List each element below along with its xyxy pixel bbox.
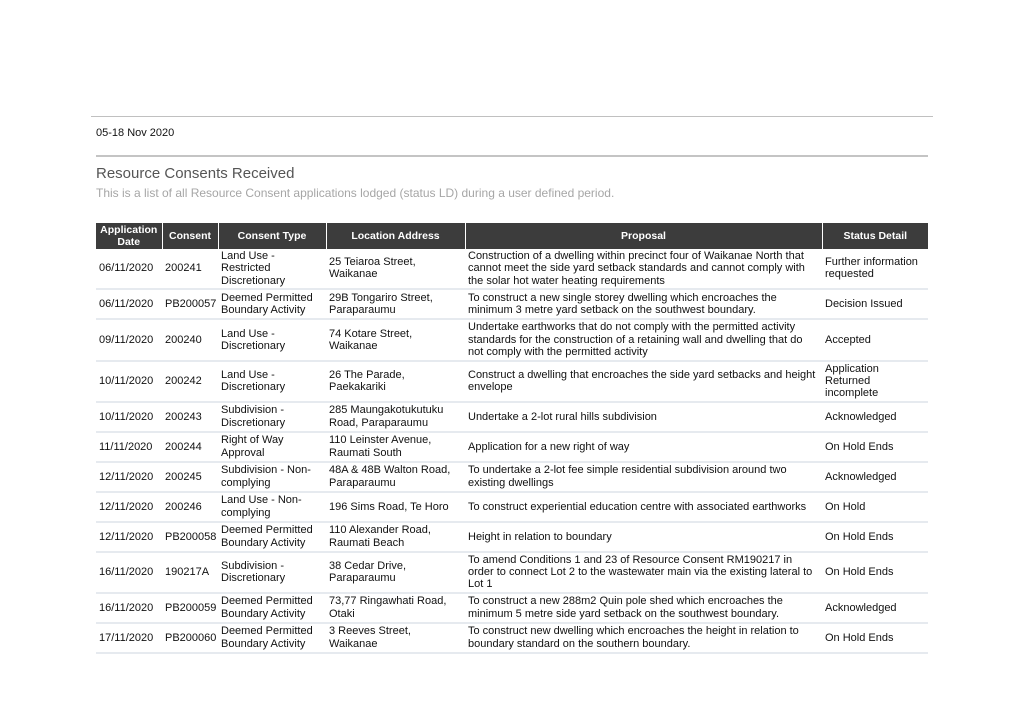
table-row: 12/11/2020 200245 Subdivision - Non-comp… [96, 461, 928, 493]
cell-location-address: 73,77 Ringawhati Road, Otaki [326, 592, 465, 624]
resource-consents-table: Application Date Consent Consent Type Lo… [96, 223, 928, 654]
cell-status-detail: Acknowledged [822, 401, 928, 433]
cell-proposal: To undertake a 2-lot fee simple resident… [465, 461, 822, 493]
cell-proposal: Undertake earthworks that do not comply … [465, 318, 822, 362]
cell-consent: 200241 [162, 249, 218, 290]
column-header-location-address: Location Address [325, 223, 465, 249]
column-header-proposal: Proposal [464, 223, 822, 249]
table-row: 06/11/2020 200241 Land Use - Restricted … [96, 249, 928, 290]
cell-consent-type: Land Use - Discretionary [218, 318, 326, 362]
cell-application-date: 06/11/2020 [96, 249, 162, 290]
cell-consent: 200245 [162, 461, 218, 493]
cell-consent: PB200060 [162, 622, 218, 654]
date-range-label: 05-18 Nov 2020 [96, 127, 175, 139]
table-row: 09/11/2020 200240 Land Use - Discretiona… [96, 318, 928, 362]
cell-consent: PB200059 [162, 592, 218, 624]
cell-location-address: 25 Teiaroa Street, Waikanae [326, 249, 465, 290]
cell-application-date: 09/11/2020 [96, 318, 162, 362]
cell-consent: PB200058 [162, 521, 218, 553]
cell-consent-type: Land Use - Restricted Discretionary [218, 249, 326, 290]
cell-location-address: 38 Cedar Drive, Paraparaumu [326, 551, 465, 594]
table-row: 10/11/2020 200243 Subdivision - Discreti… [96, 401, 928, 433]
cell-status-detail: On Hold Ends [822, 551, 928, 594]
cell-proposal: Undertake a 2-lot rural hills subdivisio… [465, 401, 822, 433]
report-subtitle: This is a list of all Resource Consent a… [96, 186, 615, 200]
cell-application-date: 11/11/2020 [96, 431, 162, 463]
table-header-row: Application Date Consent Consent Type Lo… [96, 223, 928, 249]
cell-consent-type: Land Use - Non-complying [218, 491, 326, 523]
cell-consent-type: Deemed Permitted Boundary Activity [218, 521, 326, 553]
cell-proposal: To construct new dwelling which encroach… [465, 622, 822, 654]
cell-proposal: Height in relation to boundary [465, 521, 822, 553]
cell-proposal: Construct a dwelling that encroaches the… [465, 360, 822, 403]
cell-status-detail: Accepted [822, 318, 928, 362]
cell-proposal: Application for a new right of way [465, 431, 822, 463]
cell-application-date: 16/11/2020 [96, 592, 162, 624]
cell-status-detail: Decision Issued [822, 288, 928, 320]
cell-application-date: 16/11/2020 [96, 551, 162, 594]
cell-consent: PB200057 [162, 288, 218, 320]
cell-status-detail: On Hold Ends [822, 431, 928, 463]
cell-status-detail: Application Returned incomplete [822, 360, 928, 403]
column-header-status-detail: Status Detail [821, 223, 928, 249]
cell-location-address: 110 Alexander Road, Raumati Beach [326, 521, 465, 553]
cell-consent-type: Right of Way Approval [218, 431, 326, 463]
cell-status-detail: On Hold Ends [822, 521, 928, 553]
cell-consent-type: Land Use - Discretionary [218, 360, 326, 403]
cell-consent: 200242 [162, 360, 218, 403]
cell-application-date: 12/11/2020 [96, 461, 162, 493]
cell-consent-type: Subdivision - Non-complying [218, 461, 326, 493]
cell-location-address: 26 The Parade, Paekakariki [326, 360, 465, 403]
cell-application-date: 06/11/2020 [96, 288, 162, 320]
column-header-consent: Consent [161, 223, 218, 249]
table-row: 10/11/2020 200242 Land Use - Discretiona… [96, 360, 928, 403]
cell-application-date: 12/11/2020 [96, 521, 162, 553]
cell-status-detail: Further information requested [822, 249, 928, 290]
top-divider [91, 116, 933, 117]
cell-consent-type: Subdivision - Discretionary [218, 401, 326, 433]
cell-location-address: 110 Leinster Avenue, Raumati South [326, 431, 465, 463]
cell-proposal: Construction of a dwelling within precin… [465, 249, 822, 290]
cell-proposal: To amend Conditions 1 and 23 of Resource… [465, 551, 822, 594]
cell-status-detail: On Hold Ends [822, 622, 928, 654]
cell-location-address: 48A & 48B Walton Road, Paraparaumu [326, 461, 465, 493]
cell-application-date: 17/11/2020 [96, 622, 162, 654]
cell-status-detail: Acknowledged [822, 592, 928, 624]
cell-location-address: 3 Reeves Street, Waikanae [326, 622, 465, 654]
cell-location-address: 196 Sims Road, Te Horo [326, 491, 465, 523]
table-row: 16/11/2020 PB200059 Deemed Permitted Bou… [96, 592, 928, 624]
cell-consent: 190217A [162, 551, 218, 594]
cell-location-address: 29B Tongariro Street, Paraparaumu [326, 288, 465, 320]
cell-consent-type: Subdivision - Discretionary [218, 551, 326, 594]
table-row: 17/11/2020 PB200060 Deemed Permitted Bou… [96, 622, 928, 654]
cell-proposal: To construct experiential education cent… [465, 491, 822, 523]
section-divider [96, 155, 928, 157]
cell-consent: 200243 [162, 401, 218, 433]
table-row: 11/11/2020 200244 Right of Way Approval … [96, 431, 928, 463]
table-row: 06/11/2020 PB200057 Deemed Permitted Bou… [96, 288, 928, 320]
cell-proposal: To construct a new single storey dwellin… [465, 288, 822, 320]
cell-consent: 200244 [162, 431, 218, 463]
column-header-application-date: Application Date [96, 223, 162, 249]
cell-consent: 200240 [162, 318, 218, 362]
cell-consent-type: Deemed Permitted Boundary Activity [218, 288, 326, 320]
cell-application-date: 12/11/2020 [96, 491, 162, 523]
table-row: 16/11/2020 190217A Subdivision - Discret… [96, 551, 928, 594]
column-header-consent-type: Consent Type [217, 223, 326, 249]
cell-consent-type: Deemed Permitted Boundary Activity [218, 592, 326, 624]
cell-location-address: 74 Kotare Street, Waikanae [326, 318, 465, 362]
cell-location-address: 285 Maungakotukutuku Road, Paraparaumu [326, 401, 465, 433]
table-row: 12/11/2020 200246 Land Use - Non-complyi… [96, 491, 928, 523]
cell-consent-type: Deemed Permitted Boundary Activity [218, 622, 326, 654]
cell-consent: 200246 [162, 491, 218, 523]
cell-application-date: 10/11/2020 [96, 401, 162, 433]
cell-proposal: To construct a new 288m2 Quin pole shed … [465, 592, 822, 624]
table-row: 12/11/2020 PB200058 Deemed Permitted Bou… [96, 521, 928, 553]
report-title: Resource Consents Received [96, 165, 295, 182]
cell-application-date: 10/11/2020 [96, 360, 162, 403]
cell-status-detail: Acknowledged [822, 461, 928, 493]
cell-status-detail: On Hold [822, 491, 928, 523]
